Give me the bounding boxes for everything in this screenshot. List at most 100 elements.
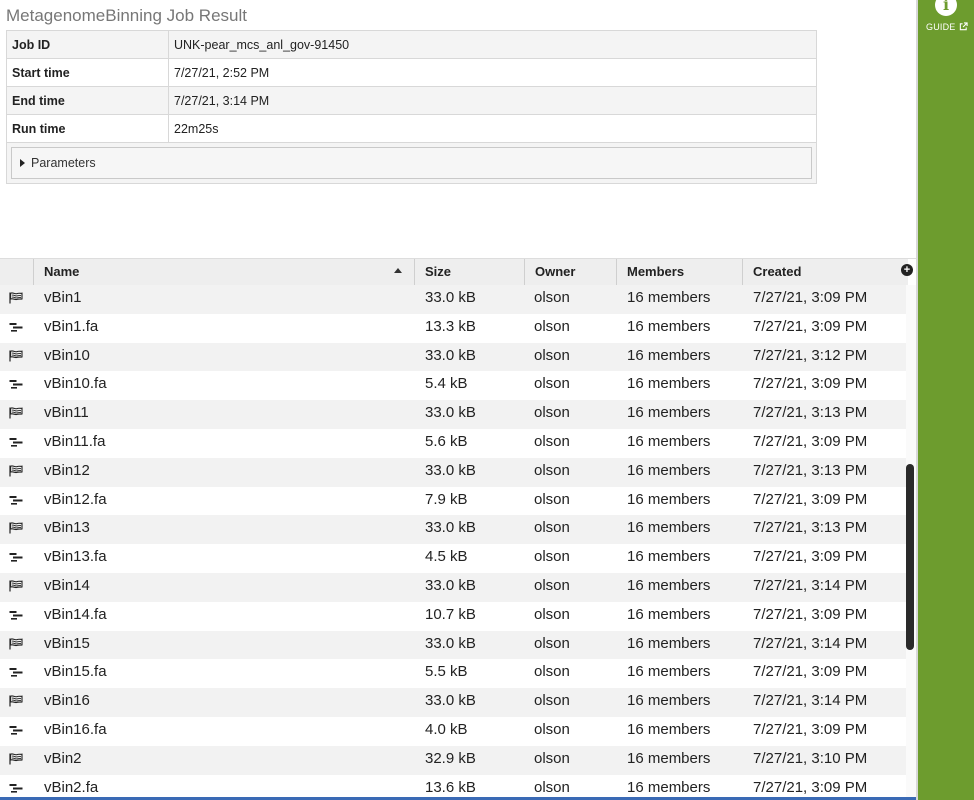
row-name[interactable]: vBin10.fa [44,371,107,400]
table-row[interactable]: vBin10.fa 5.4 kB olson 16 members 7/27/21, 3… [0,371,908,402]
add-column-icon[interactable]: + [901,264,913,276]
guide-link[interactable]: GUIDE [926,22,968,32]
table-row[interactable]: vBin11 33.0 kB olson 16 members 7/27/21, 3:1… [0,400,908,429]
table-row[interactable]: vBin14 33.0 kB olson 16 members 7/27/21, 3:1… [0,572,908,604]
header-name[interactable]: Name [34,259,415,285]
row-owner: olson [534,605,570,623]
contigs-icon [9,437,23,447]
guide-panel[interactable]: i GUIDE [916,0,974,800]
row-icon-cell [9,402,23,431]
header-owner[interactable]: Owner [525,259,617,285]
row-name[interactable]: vBin11 [44,400,89,429]
table-row[interactable]: vBin2 32.9 kB olson 16 members 7/27/21, 3:10… [0,745,908,775]
row-created: 7/27/21, 3:09 PM [753,663,868,681]
sort-ascending-icon [394,268,402,273]
row-members: 16 members [627,375,711,393]
table-row[interactable]: vBin16 33.0 kB olson 16 members 7/27/21, 3:1… [0,688,908,717]
table-row[interactable]: vBin13 33.0 kB olson 16 members 7/27/21, 3:1… [0,515,908,546]
row-members: 16 members [627,692,711,710]
parameters-toggle[interactable]: Parameters [11,147,812,179]
row-name[interactable]: vBin1.fa [44,314,98,343]
row-owner: olson [534,548,570,566]
row-size: 7.9 kB [425,490,468,508]
table-row[interactable]: vBin16.fa 4.0 kB olson 16 members 7/27/21, 3… [0,716,908,746]
row-name[interactable]: vBin13.fa [44,544,107,573]
row-members: 16 members [627,404,711,422]
row-icon-cell [9,431,23,460]
row-name[interactable]: vBin15 [44,631,90,660]
table-row[interactable]: vBin14.fa 10.7 kB olson 16 members 7/27/21, … [0,601,908,633]
guide-label: GUIDE [926,22,956,32]
contigs-icon [9,725,23,735]
genome-group-icon [9,292,23,304]
genome-group-icon [9,753,23,765]
row-members: 16 members [627,461,711,479]
row-icon-cell [9,604,23,633]
caret-right-icon [20,159,25,167]
row-created: 7/27/21, 3:10 PM [753,749,868,767]
row-name[interactable]: vBin11.fa [44,429,105,458]
row-created: 7/27/21, 3:09 PM [753,720,868,738]
row-name[interactable]: vBin12 [44,458,90,487]
table-row[interactable]: vBin15.fa 5.5 kB olson 16 members 7/27/21, 3… [0,659,908,689]
genome-group-icon [9,349,23,362]
row-icon-cell [9,690,23,719]
row-size: 10.7 kB [425,605,476,623]
row-name[interactable]: vBin15.fa [44,659,107,688]
row-name[interactable]: vBin13 [44,515,90,544]
row-name[interactable]: vBin16 [44,688,90,717]
row-size: 4.5 kB [425,548,468,566]
row-size: 4.0 kB [425,720,468,738]
row-name[interactable]: vBin12.fa [44,487,107,516]
contigs-icon [9,495,23,505]
row-created: 7/27/21, 3:09 PM [753,548,868,566]
table-row[interactable]: vBin15 33.0 kB olson 16 members 7/27/21, 3:1… [0,630,908,660]
row-name[interactable]: vBin1 [44,285,82,314]
row-icon-cell [9,517,23,546]
genome-group-icon [9,637,23,650]
header-members-label: Members [627,264,685,279]
table-row[interactable]: vBin13.fa 4.5 kB olson 16 members 7/27/21, 3… [0,544,908,573]
contigs-icon [9,553,23,562]
header-members[interactable]: Members [617,259,743,285]
row-name[interactable]: vBin14.fa [44,602,107,631]
scrollbar-thumb[interactable] [906,464,914,650]
row-members: 16 members [627,576,711,594]
row-icon-cell [9,316,23,345]
header-owner-label: Owner [535,264,576,279]
table-row[interactable]: vBin11.fa 5.6 kB olson 16 members 7/27/21, 3… [0,428,908,460]
row-owner: olson [534,461,570,479]
row-created: 7/27/21, 3:14 PM [753,692,868,710]
external-link-icon [960,22,968,31]
table-row[interactable]: vBin1.fa 13.3 kB olson 16 members 7/27/21, 3… [0,313,908,345]
table-row[interactable]: vBin10 33.0 kB olson 16 members 7/27/21, 3:1… [0,342,908,372]
row-icon-cell [9,489,23,518]
header-size[interactable]: Size [415,259,525,285]
row-created: 7/27/21, 3:13 PM [753,461,868,479]
row-size: 33.0 kB [425,519,476,537]
row-size: 33.0 kB [425,634,476,652]
row-size: 5.6 kB [425,432,468,450]
header-created[interactable]: Created [743,259,908,285]
table-row[interactable]: vBin1 33.0 kB olson 16 members 7/27/21, 3:09… [0,285,908,314]
summary-label: End time [6,86,169,115]
row-size: 33.0 kB [425,576,476,594]
row-name[interactable]: vBin14 [44,573,90,602]
row-owner: olson [534,663,570,681]
row-name[interactable]: vBin16.fa [44,717,107,746]
row-name[interactable]: vBin2 [44,746,82,775]
row-icon-cell [9,373,23,402]
row-members: 16 members [627,749,711,767]
summary-label: Job ID [6,30,169,59]
info-icon[interactable]: i [935,0,957,16]
summary-row: End time 7/27/21, 3:14 PM [6,86,817,115]
table-row[interactable]: vBin12 33.0 kB olson 16 members 7/27/21, 3:1… [0,457,908,487]
row-name[interactable]: vBin10 [44,343,90,372]
row-created: 7/27/21, 3:09 PM [753,605,868,623]
row-created: 7/27/21, 3:09 PM [753,432,868,450]
row-owner: olson [534,576,570,594]
table-row[interactable]: vBin12.fa 7.9 kB olson 16 members 7/27/21, 3… [0,486,908,518]
row-icon-cell [9,575,23,604]
row-owner: olson [534,346,570,364]
row-icon-cell [9,546,23,575]
